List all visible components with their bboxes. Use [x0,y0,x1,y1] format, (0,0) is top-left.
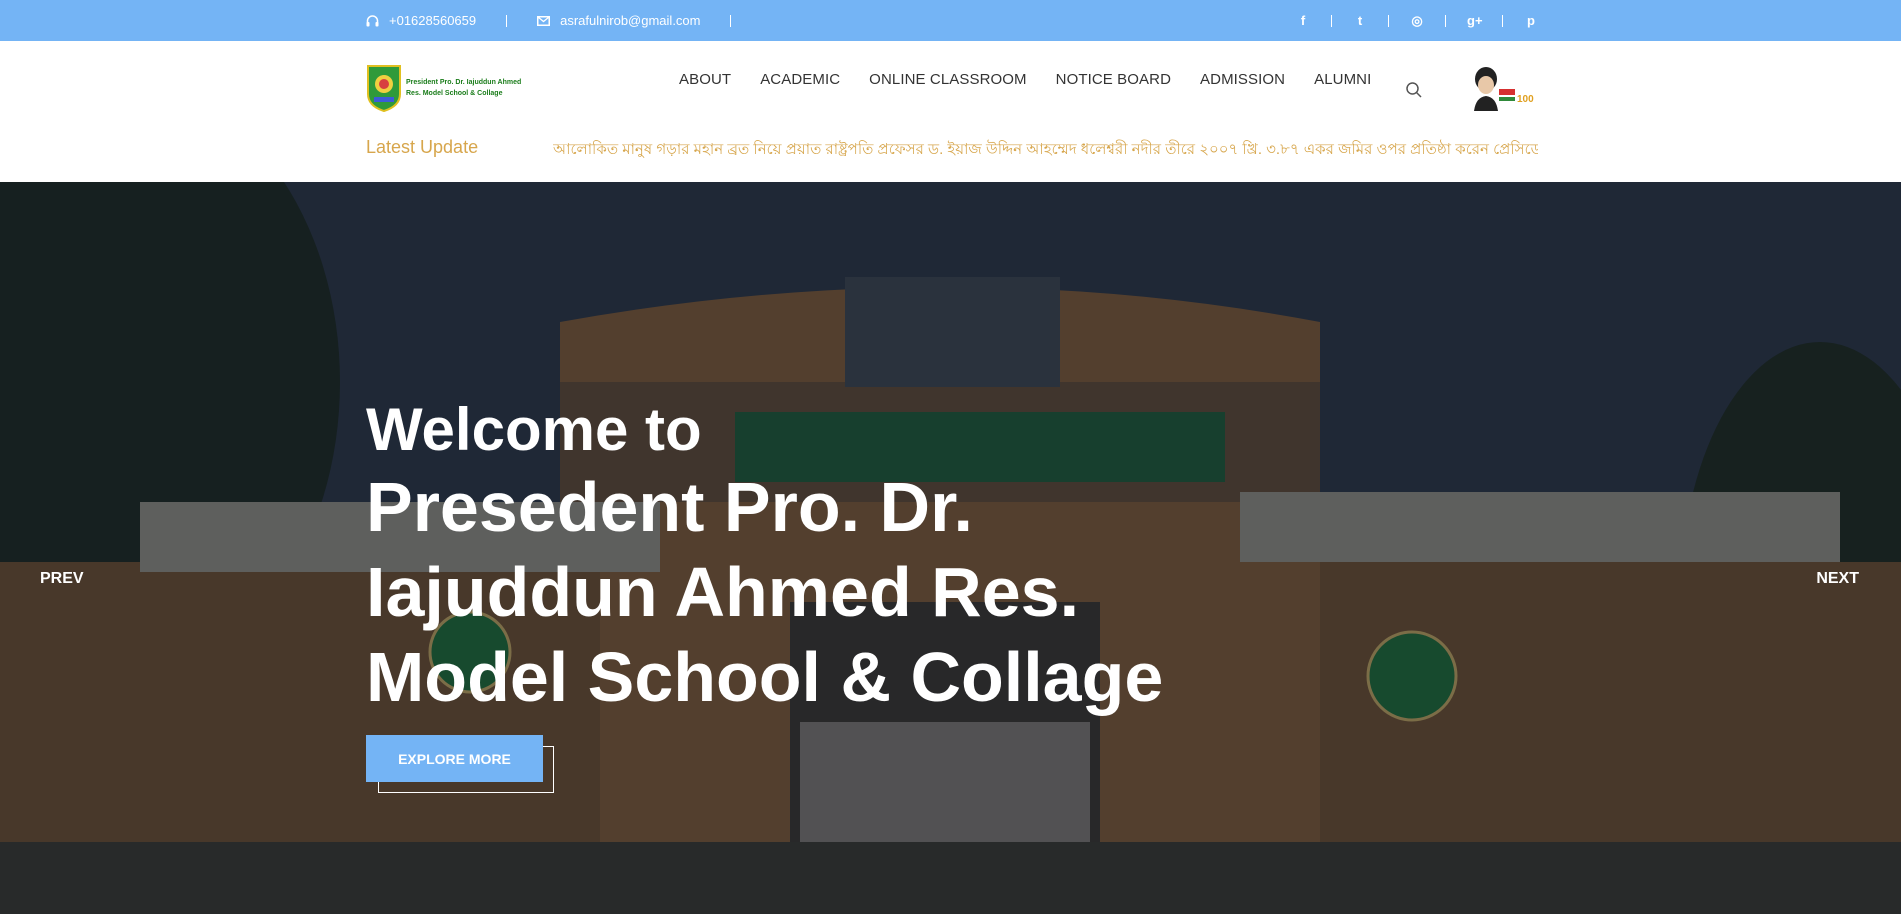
hero-title: Presedent Pro. Dr. Iajuddun Ahmed Res. M… [366,468,1164,716]
separator [506,14,508,27]
site-logo[interactable]: President Pro. Dr. Iajuddun Ahmed Res. M… [366,63,534,113]
nav-academic[interactable]: ACADEMIC [760,71,840,88]
next-slide-button[interactable]: NEXT [1816,570,1859,588]
main-nav: ABOUT ACADEMIC ONLINE CLASSROOM NOTICE B… [679,71,1371,88]
nav-notice-board[interactable]: NOTICE BOARD [1056,71,1171,88]
search-icon[interactable] [1405,81,1423,99]
google-plus-icon[interactable]: g+ [1467,13,1483,28]
email-address: asrafulnirob@gmail.com [560,13,701,28]
twitter-icon[interactable]: t [1353,13,1367,28]
phone-number: +01628560659 [389,13,477,28]
school-crest-icon [366,64,402,113]
mujib-100-logo-icon: 100 [1474,67,1534,111]
separator [1388,14,1389,27]
latest-update-ticker[interactable]: আলোকিত মানুষ গড়ার মহান ব্রত নিয়ে প্রয়… [553,138,1538,163]
contact-info: +01628560659 asrafulnirob@gmail.com [366,0,761,41]
logo-text: President Pro. Dr. Iajuddun Ahmed Res. M… [406,77,521,99]
email-contact[interactable]: asrafulnirob@gmail.com [537,13,700,28]
dribbble-icon[interactable]: ◎ [1410,13,1424,29]
pinterest-icon[interactable]: p [1524,13,1538,28]
headphones-icon [366,14,379,26]
site-header: President Pro. Dr. Iajuddun Ahmed Res. M… [0,41,1901,182]
latest-update-label: Latest Update [366,137,479,157]
logo-text-line2: Res. Model School & Collage [406,90,503,97]
separator [1331,14,1332,27]
separator [1502,14,1503,27]
prev-slide-button[interactable]: PREV [40,570,84,588]
envelope-icon [537,15,551,26]
hero-slider: Welcome to Presedent Pro. Dr. Iajuddun A… [0,182,1901,914]
phone-contact[interactable]: +01628560659 [366,13,476,28]
svg-text:100: 100 [1517,94,1534,105]
separator [730,14,732,27]
nav-online-classroom[interactable]: ONLINE CLASSROOM [869,71,1026,88]
logo-text-line1: President Pro. Dr. Iajuddun Ahmed [406,79,522,86]
facebook-icon[interactable]: f [1296,13,1310,28]
nav-admission[interactable]: ADMISSION [1200,71,1285,88]
explore-more-wrapper: EXPLORE MORE [366,735,554,793]
social-links: f t ◎ g+ p [1296,0,1538,41]
explore-more-button[interactable]: EXPLORE MORE [366,735,543,782]
nav-alumni[interactable]: ALUMNI [1314,71,1371,88]
hero-text: Welcome to Presedent Pro. Dr. Iajuddun A… [366,395,1186,720]
top-bar: +01628560659 asrafulnirob@gmail.com f t … [0,0,1901,41]
hero-welcome: Welcome to [366,396,702,463]
separator [1445,14,1446,27]
nav-about[interactable]: ABOUT [679,71,731,88]
